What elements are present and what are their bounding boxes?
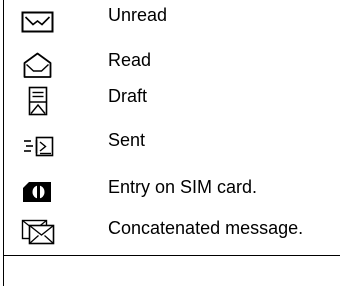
- concatenated-message-icon: [20, 216, 56, 246]
- sent-message-icon: [20, 131, 56, 161]
- legend-row-concatenated: Concatenated message.: [0, 213, 343, 253]
- legend-row-draft: Draft: [0, 82, 343, 122]
- legend-label-read: Read: [108, 50, 152, 70]
- message-status-legend: Unread Read Draft Sent Entry on SIM card…: [0, 0, 343, 286]
- legend-label-unread: Unread: [108, 5, 168, 25]
- legend-row-sent: Sent: [0, 127, 343, 167]
- read-envelope-icon: [20, 50, 56, 80]
- draft-message-icon: [20, 86, 56, 116]
- legend-label-sim-entry: Entry on SIM card.: [108, 177, 258, 197]
- legend-row-sim-entry: Entry on SIM card.: [0, 173, 343, 213]
- sim-card-entry-icon: [20, 176, 56, 206]
- legend-label-draft: Draft: [108, 86, 148, 106]
- legend-label-concatenated: Concatenated message.: [108, 218, 304, 238]
- legend-label-sent: Sent: [108, 130, 146, 150]
- unread-envelope-icon: [20, 6, 56, 36]
- legend-row-unread: Unread: [0, 4, 343, 44]
- legend-row-read: Read: [0, 46, 343, 86]
- table-bottom-border: [3, 255, 340, 256]
